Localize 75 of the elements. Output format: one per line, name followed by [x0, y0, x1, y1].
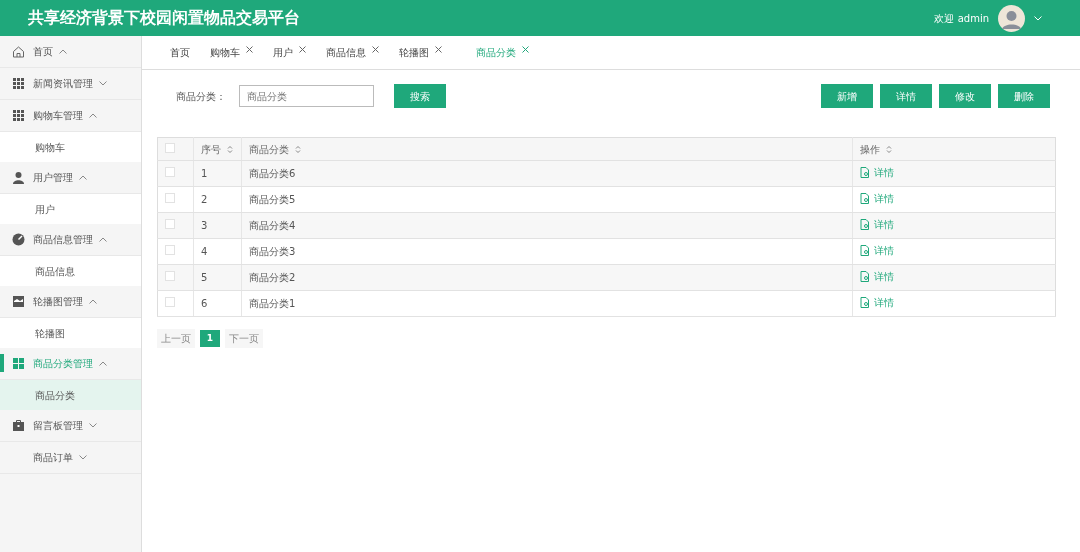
- chevron-up-icon: [99, 361, 107, 366]
- sidebar-item[interactable]: 新闻资讯管理: [0, 68, 141, 100]
- tab[interactable]: 轮播图: [399, 45, 442, 60]
- row-checkbox[interactable]: [165, 297, 175, 307]
- sidebar-subitem[interactable]: 轮播图: [0, 318, 141, 348]
- welcome-text: 欢迎 admin: [934, 11, 989, 26]
- chevron-down-icon[interactable]: [1034, 15, 1042, 21]
- row-checkbox[interactable]: [165, 167, 175, 177]
- document-icon: [860, 193, 870, 204]
- table-cell: 商品分类1: [249, 298, 296, 309]
- table-cell: 商品分类2: [249, 272, 296, 283]
- prev-page-button[interactable]: 上一页: [157, 329, 195, 348]
- chevron-up-icon: [89, 299, 97, 304]
- close-icon[interactable]: [299, 46, 306, 53]
- table-cell: 商品分类6: [249, 168, 296, 179]
- close-icon[interactable]: [246, 46, 253, 53]
- image-icon: [12, 295, 25, 308]
- table-cell: 3: [201, 220, 208, 231]
- tab[interactable]: 商品信息: [326, 45, 379, 60]
- tab[interactable]: 用户: [273, 45, 306, 60]
- table-cell: 5: [201, 272, 208, 283]
- row-checkbox[interactable]: [165, 271, 175, 281]
- table-cell: 2: [201, 194, 208, 205]
- grid-icon: [12, 77, 25, 90]
- app-title: 共享经济背景下校园闲置物品交易平台: [27, 7, 301, 29]
- chevron-up-icon: [59, 49, 67, 54]
- document-icon: [860, 245, 870, 256]
- chevron-up-icon: [89, 113, 97, 118]
- close-icon[interactable]: [522, 46, 529, 53]
- table-cell: 1: [201, 168, 208, 179]
- close-icon[interactable]: [435, 46, 442, 53]
- sort-icon[interactable]: [295, 145, 301, 154]
- document-icon: [860, 167, 870, 178]
- sidebar-item[interactable]: 留言板管理: [0, 410, 141, 442]
- row-checkbox[interactable]: [165, 219, 175, 229]
- row-checkbox[interactable]: [165, 193, 175, 203]
- chevron-down-icon: [79, 455, 87, 460]
- table-cell: 商品分类5: [249, 194, 296, 205]
- document-icon: [860, 219, 870, 230]
- sidebar-subitem[interactable]: 商品分类: [0, 380, 141, 410]
- sort-icon[interactable]: [227, 145, 233, 154]
- document-icon: [860, 271, 870, 282]
- search-label: 商品分类：: [176, 89, 226, 104]
- dashboard-icon: [12, 357, 25, 370]
- sidebar-subitem[interactable]: 用户: [0, 194, 141, 224]
- sidebar-item[interactable]: 首页: [0, 36, 141, 68]
- chevron-down-icon: [99, 81, 107, 86]
- column-header: 商品分类: [249, 143, 289, 155]
- sidebar-subitem[interactable]: 商品信息: [0, 256, 141, 286]
- close-icon[interactable]: [372, 46, 379, 53]
- table-cell: 商品分类4: [249, 220, 296, 231]
- chevron-down-icon: [89, 423, 97, 428]
- table-cell: 4: [201, 246, 208, 257]
- select-all-checkbox[interactable]: [165, 142, 175, 153]
- document-icon: [860, 297, 870, 308]
- chevron-up-icon: [99, 237, 107, 242]
- row-checkbox[interactable]: [165, 245, 175, 255]
- tab[interactable]: 购物车: [210, 45, 253, 60]
- grid-icon: [12, 109, 25, 122]
- user-icon: [12, 171, 25, 184]
- next-page-button[interactable]: 下一页: [225, 329, 263, 348]
- sidebar-item[interactable]: 商品订单: [0, 442, 141, 474]
- table-cell: 6: [201, 298, 208, 309]
- home-icon: [12, 45, 25, 58]
- column-header: 序号: [201, 143, 221, 155]
- sidebar-subitem[interactable]: 购物车: [0, 132, 141, 162]
- search-field[interactable]: 商品分类: [239, 85, 374, 107]
- sort-icon[interactable]: [886, 145, 892, 154]
- chevron-up-icon: [79, 175, 87, 180]
- column-header: 操作: [860, 143, 880, 155]
- gauge-icon: [12, 233, 25, 246]
- briefcase-icon: [12, 419, 25, 432]
- avatar-icon[interactable]: [998, 4, 1025, 32]
- tab[interactable]: 首页: [170, 45, 190, 60]
- table-cell: 商品分类3: [249, 246, 296, 257]
